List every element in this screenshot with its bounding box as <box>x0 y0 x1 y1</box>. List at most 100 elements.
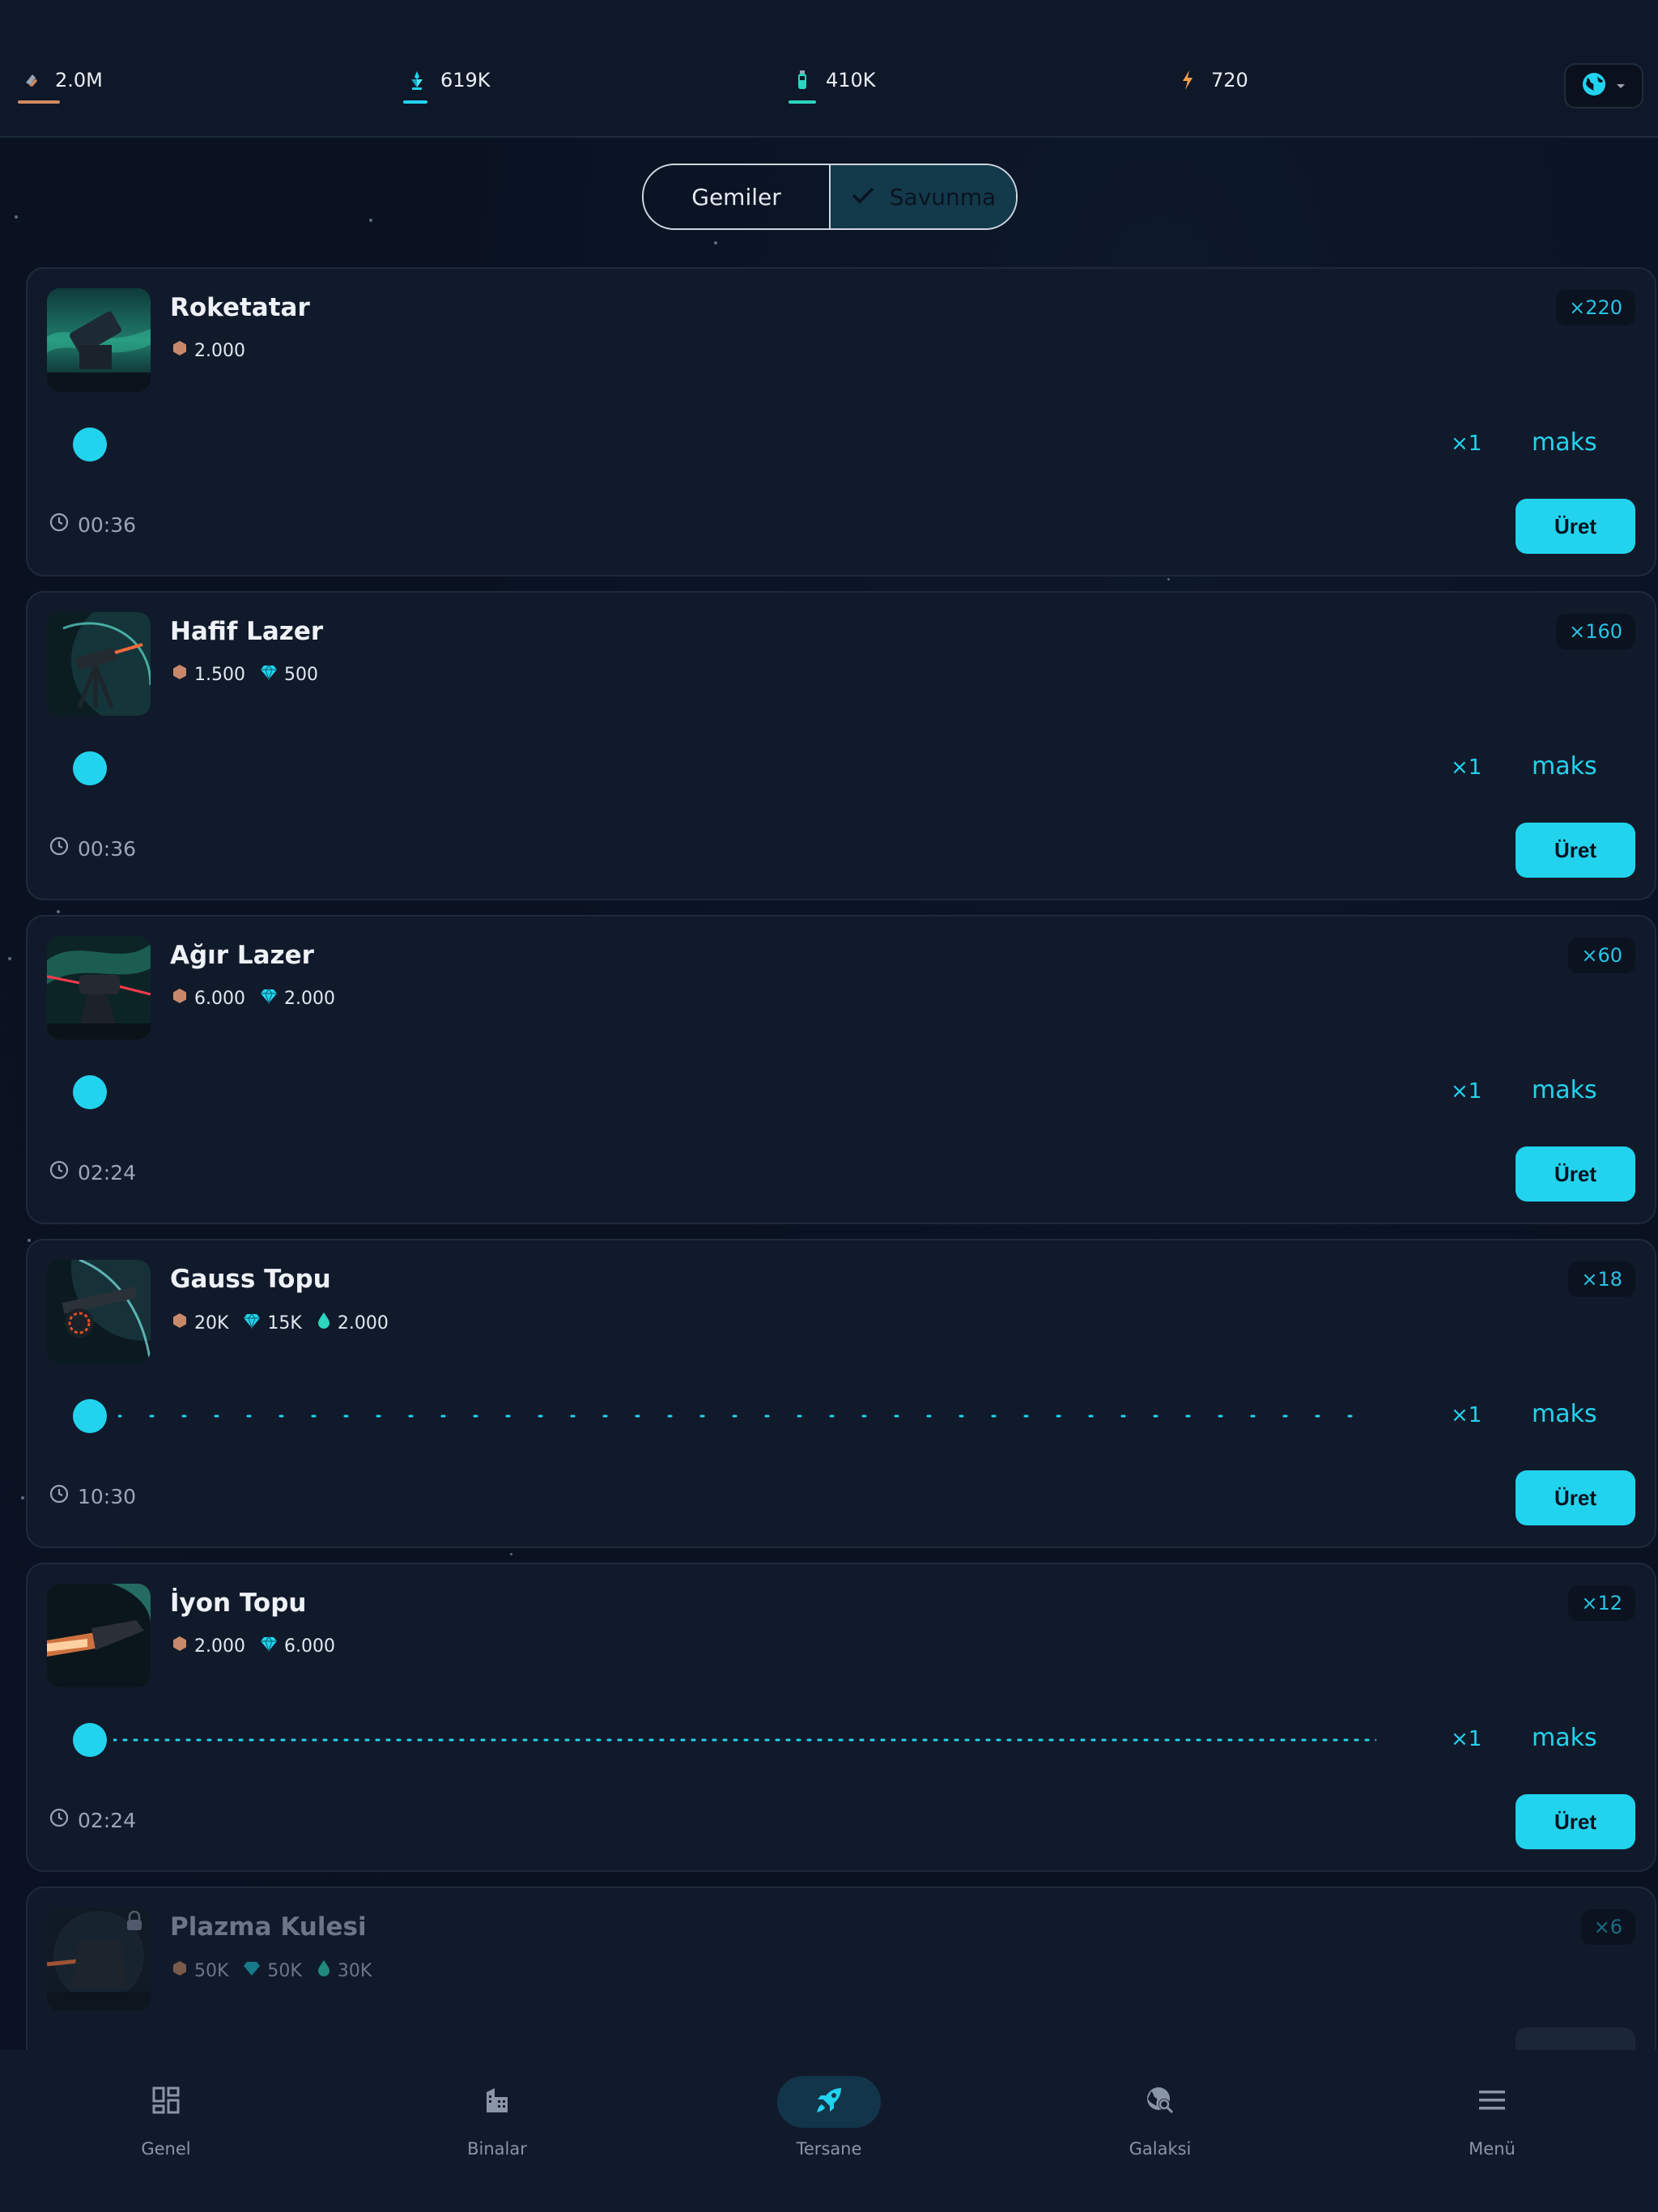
max-button[interactable]: maks <box>1532 1724 1597 1752</box>
cost-crystal-value: 500 <box>283 664 318 685</box>
nav-label: Menü <box>1469 2139 1516 2159</box>
deuterium-drop-icon <box>317 1959 331 1982</box>
deuterium-drop-icon <box>317 1312 331 1334</box>
cost-deuterium: 30K <box>317 1959 372 1982</box>
cost-metal: 2.000 <box>172 1636 245 1657</box>
agir-lazer-image <box>47 936 151 1040</box>
build-time: 02:24 <box>49 1159 136 1185</box>
build-time-value: 00:36 <box>78 513 137 537</box>
owned-count-badge: ×160 <box>1556 614 1635 649</box>
item-costs: 50K 50K 30K <box>172 1959 372 1982</box>
cost-metal: 20K <box>172 1312 228 1334</box>
clock-icon <box>49 512 70 538</box>
cost-metal-value: 6.000 <box>194 988 245 1009</box>
language-button[interactable] <box>1564 63 1643 108</box>
build-button[interactable]: Üret <box>1516 499 1635 554</box>
build-button[interactable]: Üret <box>1516 1146 1635 1202</box>
resource-energy-value: 720 <box>1211 69 1248 91</box>
quantity-slider[interactable] <box>73 1399 1409 1433</box>
deuterium-underline <box>789 100 816 104</box>
item-costs: 2.000 <box>172 340 245 361</box>
nav-galaksi-pill <box>1108 2076 1212 2128</box>
clock-icon <box>49 1483 70 1509</box>
defense-card-roketatar: Roketatar 2.000 ×220 ×1 maks 00:36 Üret <box>26 267 1656 576</box>
resource-energy[interactable]: 720 <box>1175 68 1248 92</box>
max-button[interactable]: maks <box>1532 428 1597 457</box>
defense-card-hafif-lazer: Hafif Lazer 1.500 500 ×160 ×1 maks 00:36… <box>26 591 1656 900</box>
item-name: Ağır Lazer <box>170 941 314 970</box>
cost-crystal-value: 15K <box>267 1312 302 1334</box>
resource-deuterium-value: 410K <box>826 69 876 91</box>
cost-metal-value: 2.000 <box>194 340 245 361</box>
gauss-topu-image <box>47 1260 151 1363</box>
quantity-slider[interactable] <box>73 428 1409 462</box>
slider-knob[interactable] <box>73 1399 107 1433</box>
cost-crystal: 50K <box>243 1959 302 1982</box>
globe-icon <box>1581 71 1607 100</box>
build-time: 00:36 <box>49 836 136 861</box>
slider-knob[interactable] <box>73 1723 107 1757</box>
deuterium-icon <box>790 68 814 92</box>
nav-item-genel[interactable]: Genel <box>85 2076 247 2159</box>
galaxy-search-icon <box>1145 2085 1175 2119</box>
quantity-slider[interactable] <box>73 1075 1409 1109</box>
build-time: 02:24 <box>49 1807 136 1833</box>
metal-hex-icon <box>172 1636 188 1657</box>
nav-label: Genel <box>141 2139 191 2159</box>
nav-item-galaksi[interactable]: Galaksi <box>1079 2076 1241 2159</box>
build-time-value: 02:24 <box>78 1160 137 1185</box>
tab-defense[interactable]: Savunma <box>829 165 1016 228</box>
quantity-slider[interactable] <box>73 751 1409 785</box>
cost-metal: 2.000 <box>172 340 245 361</box>
slider-track <box>118 1414 1381 1418</box>
multiplier-button[interactable]: ×1 <box>1451 1727 1482 1751</box>
item-costs: 20K 15K 2.000 <box>172 1312 389 1334</box>
nav-tersane-pill <box>777 2076 881 2128</box>
metal-underline <box>18 100 60 104</box>
tab-ships[interactable]: Gemiler <box>644 165 829 228</box>
lock-icon <box>125 1910 144 1935</box>
metal-icon <box>19 68 44 92</box>
crystal-gem-icon <box>243 1960 261 1981</box>
cost-metal-value: 2.000 <box>194 1636 245 1657</box>
dashboard-icon <box>151 2086 181 2118</box>
nav-menu-pill <box>1440 2076 1544 2128</box>
multiplier-button[interactable]: ×1 <box>1451 1403 1482 1427</box>
slider-knob[interactable] <box>73 751 107 785</box>
quantity-slider[interactable] <box>73 1723 1409 1757</box>
metal-hex-icon <box>172 1312 188 1334</box>
build-time-value: 00:36 <box>78 836 137 861</box>
resource-crystal[interactable]: 619K <box>403 68 491 104</box>
multiplier-button[interactable]: ×1 <box>1451 432 1482 456</box>
max-button[interactable]: maks <box>1532 1076 1597 1104</box>
defense-card-agir-lazer: Ağır Lazer 6.000 2.000 ×60 ×1 maks 02:24… <box>26 915 1656 1224</box>
check-icon <box>851 184 875 211</box>
build-button[interactable]: Üret <box>1516 1794 1635 1849</box>
slider-track <box>113 1738 1376 1742</box>
resource-deuterium[interactable]: 410K <box>789 68 876 104</box>
max-button[interactable]: maks <box>1532 752 1597 781</box>
hamburger-icon <box>1477 2088 1507 2116</box>
nav-item-tersane[interactable]: Tersane <box>748 2076 910 2159</box>
bottom-navigation: Genel Binalar Tersane Galaksi Menü <box>0 2050 1658 2212</box>
multiplier-button[interactable]: ×1 <box>1451 1079 1482 1104</box>
multiplier-button[interactable]: ×1 <box>1451 755 1482 780</box>
cost-deuterium-value: 2.000 <box>337 1312 389 1334</box>
build-time-value: 02:24 <box>78 1808 137 1832</box>
resource-metal[interactable]: 2.0M <box>18 68 103 104</box>
slider-knob[interactable] <box>73 1075 107 1109</box>
owned-count-badge: ×220 <box>1556 290 1635 325</box>
defense-card-iyon-topu: İyon Topu 2.000 6.000 ×12 ×1 maks 02:24 … <box>26 1563 1656 1872</box>
slider-knob[interactable] <box>73 428 107 462</box>
cost-metal-value: 1.500 <box>194 664 245 685</box>
nav-item-binalar[interactable]: Binalar <box>416 2076 578 2159</box>
nav-item-menu[interactable]: Menü <box>1411 2076 1573 2159</box>
cost-crystal-value: 6.000 <box>283 1636 335 1657</box>
build-button[interactable]: Üret <box>1516 1470 1635 1525</box>
clock-icon <box>49 1807 70 1833</box>
build-button[interactable]: Üret <box>1516 823 1635 878</box>
cost-crystal: 6.000 <box>260 1636 335 1657</box>
max-button[interactable]: maks <box>1532 1400 1597 1428</box>
cost-crystal: 2.000 <box>260 988 335 1009</box>
item-costs: 2.000 6.000 <box>172 1636 335 1657</box>
